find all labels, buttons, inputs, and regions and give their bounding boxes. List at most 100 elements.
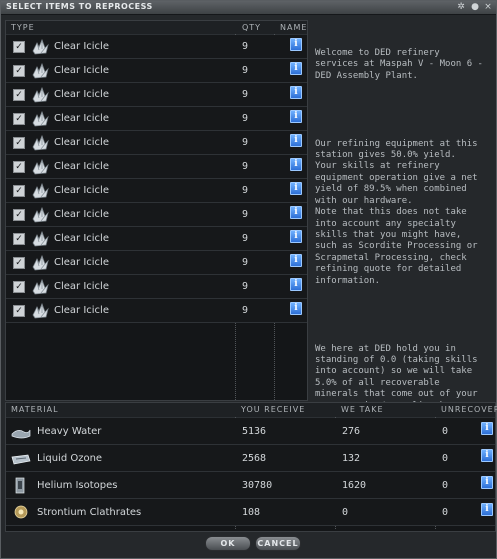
column-qty[interactable]: QTY — [242, 21, 261, 34]
items-table: TYPE QTY NAME ✓ Clear Icicle 9 i ✓ Clear Icic… — [5, 20, 308, 401]
info-paragraph-2: Our refining equipment at this station g… — [315, 138, 478, 286]
item-name: Clear Icicle — [54, 281, 109, 292]
info-icon[interactable]: i — [290, 206, 302, 219]
material-row[interactable]: Strontium Clathrates 108 0 0 i — [6, 499, 495, 526]
minimize-icon[interactable]: ● — [470, 2, 480, 12]
ice-ore-icon — [32, 62, 49, 79]
row-checkbox[interactable]: ✓ — [13, 209, 25, 221]
ice-ore-icon — [32, 278, 49, 295]
ice-ore-icon — [32, 158, 49, 175]
we-take-value: 0 — [342, 507, 349, 518]
info-icon[interactable]: i — [290, 182, 302, 195]
we-take-value: 1620 — [342, 480, 367, 491]
info-icon[interactable]: i — [290, 110, 302, 123]
info-icon[interactable]: i — [481, 449, 493, 462]
info-icon[interactable]: i — [290, 254, 302, 267]
ok-button[interactable]: OK — [205, 536, 251, 551]
row-checkbox[interactable]: ✓ — [13, 233, 25, 245]
row-checkbox[interactable]: ✓ — [13, 65, 25, 77]
cancel-button[interactable]: CANCEL — [255, 536, 301, 551]
row-checkbox[interactable]: ✓ — [13, 257, 25, 269]
item-name: Clear Icicle — [54, 233, 109, 244]
info-icon[interactable]: i — [290, 86, 302, 99]
heavy-water-icon — [11, 429, 31, 439]
material-row[interactable]: Liquid Ozone 2568 132 0 i — [6, 445, 495, 472]
you-receive-value: 108 — [242, 507, 261, 518]
info-paragraph-1: Welcome to DED refinery services at Masp… — [315, 47, 489, 81]
materials-table: MATERIAL YOU RECEIVE WE TAKE UNRECOVER H… — [5, 402, 497, 532]
item-row[interactable]: ✓ Clear Icicle 9 i — [6, 131, 307, 155]
info-icon[interactable]: i — [481, 503, 493, 516]
item-row[interactable]: ✓ Clear Icicle 9 i — [6, 59, 307, 83]
column-we-take[interactable]: WE TAKE — [341, 403, 384, 417]
unrecover-value: 0 — [442, 507, 449, 518]
column-material[interactable]: MATERIAL — [11, 403, 59, 417]
ice-ore-icon — [32, 254, 49, 271]
row-checkbox[interactable]: ✓ — [13, 89, 25, 101]
item-qty: 9 — [242, 113, 249, 124]
row-checkbox[interactable]: ✓ — [13, 161, 25, 173]
item-row[interactable]: ✓ Clear Icicle 9 i — [6, 203, 307, 227]
item-qty: 9 — [242, 41, 249, 52]
info-icon[interactable]: i — [290, 38, 302, 51]
ice-ore-icon — [32, 182, 49, 199]
info-icon[interactable]: i — [481, 422, 493, 435]
info-icon[interactable]: i — [290, 134, 302, 147]
item-name: Clear Icicle — [54, 65, 109, 76]
info-icon[interactable]: i — [290, 230, 302, 243]
you-receive-value: 2568 — [242, 453, 267, 464]
item-name: Clear Icicle — [54, 137, 109, 148]
reprocess-window: SELECT ITEMS TO REPROCESS ✲ ● × TYPE QTY… — [0, 0, 497, 559]
item-row[interactable]: ✓ Clear Icicle 9 i — [6, 83, 307, 107]
row-checkbox[interactable]: ✓ — [13, 137, 25, 149]
unrecover-value: 0 — [442, 480, 449, 491]
item-row[interactable]: ✓ Clear Icicle 9 i — [6, 251, 307, 275]
ice-ore-icon — [32, 206, 49, 223]
item-row[interactable]: ✓ Clear Icicle 9 i — [6, 227, 307, 251]
item-row[interactable]: ✓ Clear Icicle 9 i — [6, 155, 307, 179]
row-checkbox[interactable]: ✓ — [13, 305, 25, 317]
item-qty: 9 — [242, 305, 249, 316]
column-name[interactable]: NAME — [280, 21, 307, 34]
item-name: Clear Icicle — [54, 41, 109, 52]
item-qty: 9 — [242, 161, 249, 172]
column-type[interactable]: TYPE — [11, 21, 35, 34]
material-name: Heavy Water — [37, 426, 102, 437]
material-row[interactable]: Helium Isotopes 30780 1620 0 i — [6, 472, 495, 499]
material-name: Liquid Ozone — [37, 453, 103, 464]
material-row[interactable]: Heavy Water 5136 276 0 i — [6, 418, 495, 445]
ice-ore-icon — [32, 110, 49, 127]
title-bar[interactable]: SELECT ITEMS TO REPROCESS ✲ ● × — [1, 1, 496, 15]
item-name: Clear Icicle — [54, 161, 109, 172]
column-you-receive[interactable]: YOU RECEIVE — [241, 403, 305, 417]
info-icon[interactable]: i — [481, 476, 493, 489]
close-icon[interactable]: × — [483, 2, 493, 12]
row-checkbox[interactable]: ✓ — [13, 113, 25, 125]
row-checkbox[interactable]: ✓ — [13, 185, 25, 197]
ice-ore-icon — [32, 302, 49, 319]
item-row[interactable]: ✓ Clear Icicle 9 i — [6, 107, 307, 131]
item-row[interactable]: ✓ Clear Icicle 9 i — [6, 275, 307, 299]
we-take-value: 276 — [342, 426, 361, 437]
item-name: Clear Icicle — [54, 89, 109, 100]
row-checkbox[interactable]: ✓ — [13, 41, 25, 53]
item-qty: 9 — [242, 185, 249, 196]
info-icon[interactable]: i — [290, 158, 302, 171]
ice-ore-icon — [32, 134, 49, 151]
window-title: SELECT ITEMS TO REPROCESS — [6, 2, 153, 11]
item-row[interactable]: ✓ Clear Icicle 9 i — [6, 179, 307, 203]
helium-isotopes-icon — [15, 477, 25, 494]
row-checkbox[interactable]: ✓ — [13, 281, 25, 293]
refinery-info-text: Welcome to DED refinery services at Masp… — [315, 25, 487, 435]
info-icon[interactable]: i — [290, 62, 302, 75]
item-row[interactable]: ✓ Clear Icicle 9 i — [6, 299, 307, 323]
item-qty: 9 — [242, 257, 249, 268]
item-row[interactable]: ✓ Clear Icicle 9 i — [6, 35, 307, 59]
item-qty: 9 — [242, 137, 249, 148]
settings-icon[interactable]: ✲ — [456, 2, 466, 12]
info-icon[interactable]: i — [290, 278, 302, 291]
item-qty: 9 — [242, 65, 249, 76]
column-unrecover[interactable]: UNRECOVER — [441, 403, 497, 417]
info-icon[interactable]: i — [290, 302, 302, 315]
item-qty: 9 — [242, 233, 249, 244]
